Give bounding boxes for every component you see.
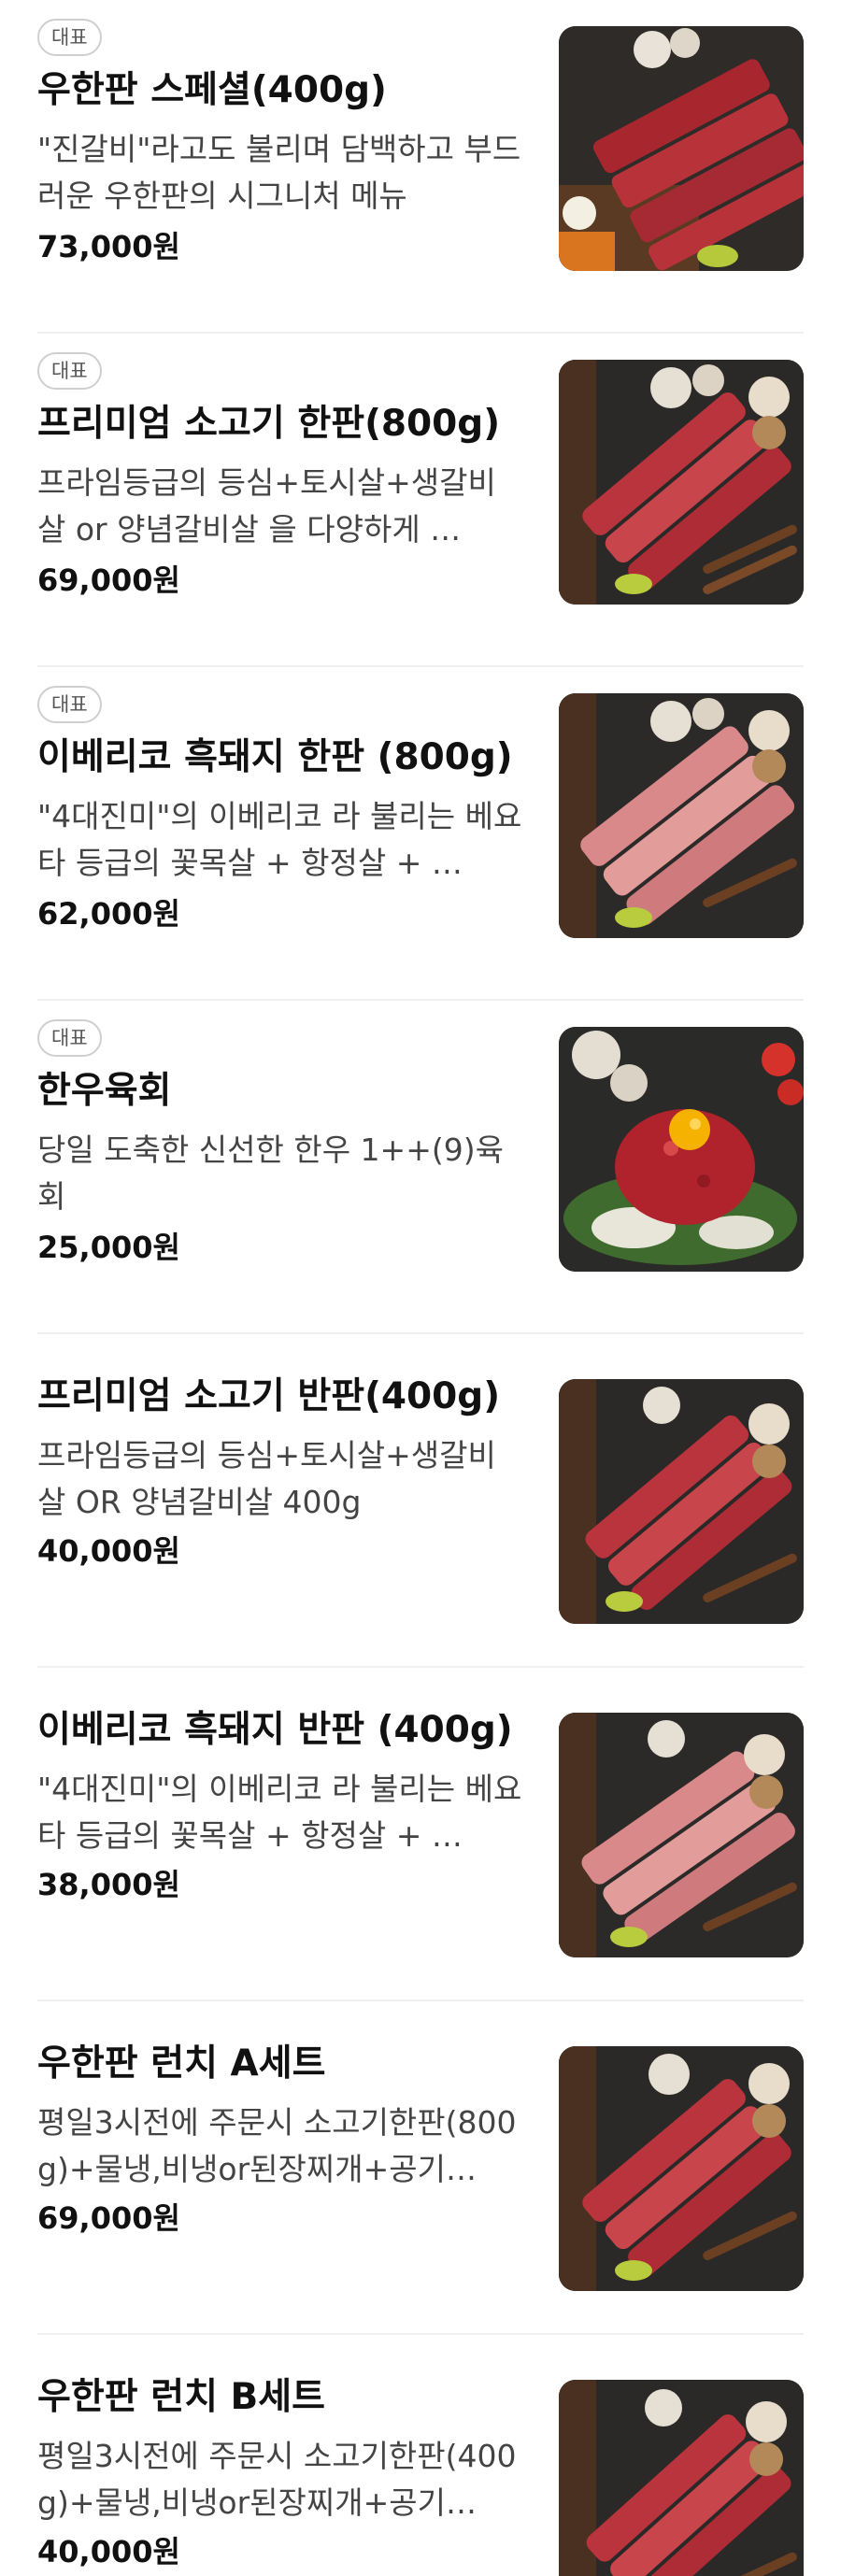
menu-item-price: 40,000원 [37,1533,180,1569]
menu-item-name: 이베리코 흑돼지 반판 (400g) [37,1709,513,1751]
menu-item[interactable]: 대표 우한판 스페셜(400g) "진갈비"라고도 불리며 담백하고 부드러운 … [0,0,841,334]
beef-platter-photo[interactable] [559,26,804,271]
menu-item-name: 우한판 런치 A세트 [37,2042,326,2085]
pork-platter-photo[interactable] [559,693,804,938]
menu-item-name: 이베리코 흑돼지 한판 (800g) [37,736,513,778]
signature-badge: 대표 [37,19,102,56]
menu-item-price: 40,000원 [37,2534,180,2569]
menu-item[interactable]: 이베리코 흑돼지 반판 (400g) "4대진미"의 이베리코 라 불리는 베요… [0,1668,841,2001]
menu-item-name: 프리미엄 소고기 반판(400g) [37,1375,501,1417]
menu-item-name: 우한판 스페셜(400g) [37,69,387,111]
menu-item-price: 73,000원 [37,229,180,264]
menu-item[interactable]: 대표 프리미엄 소고기 한판(800g) 프라임등급의 등심+토시살+생갈비살 … [0,334,841,667]
menu-item[interactable]: 프리미엄 소고기 반판(400g) 프라임등급의 등심+토시살+생갈비살 OR … [0,1334,841,1668]
beef-platter-photo[interactable] [559,360,804,605]
pork-platter-photo[interactable] [559,1713,804,1957]
beef-platter-photo[interactable] [559,1379,804,1624]
menu-item-description: 프라임등급의 등심+토시살+생갈비살 or 양념갈비살 을 다양하게 … [37,464,496,548]
menu-item-price: 25,000원 [37,1230,180,1265]
menu-item-description: 프라임등급의 등심+토시살+생갈비살 OR 양념갈비살 400g [37,1437,496,1520]
menu-item-price: 38,000원 [37,1867,180,1902]
signature-badge: 대표 [37,1019,102,1057]
beef-platter-photo[interactable] [559,2046,804,2291]
signature-badge: 대표 [37,352,102,390]
menu-item-price: 69,000원 [37,562,180,598]
menu-item-description: 평일3시전에 주문시 소고기한판(800g)+물냉,비냉or된장찌개+공기… [37,2104,517,2187]
menu-item-description: "4대진미"의 이베리코 라 불리는 베요타 등급의 꽃목살 + 항정살 + … [37,798,522,881]
menu-item-description: "4대진미"의 이베리코 라 불리는 베요타 등급의 꽃목살 + 항정살 + … [37,1771,522,1854]
menu-item[interactable]: 우한판 런치 A세트 평일3시전에 주문시 소고기한판(800g)+물냉,비냉o… [0,2001,841,2335]
menu-item[interactable]: 대표 이베리코 흑돼지 한판 (800g) "4대진미"의 이베리코 라 불리는… [0,667,841,1001]
menu-item-name: 프리미엄 소고기 한판(800g) [37,403,501,445]
menu-list: 대표 우한판 스페셜(400g) "진갈비"라고도 불리며 담백하고 부드러운 … [0,0,841,2576]
menu-item-description: "진갈비"라고도 불리며 담백하고 부드러운 우한판의 시그니처 메뉴 [37,131,521,214]
menu-item-name: 한우육회 [37,1070,172,1112]
menu-item-price: 69,000원 [37,2200,180,2236]
yukhoe-photo[interactable] [559,1027,804,1272]
beef-platter-photo[interactable] [559,2380,804,2576]
menu-item-description: 평일3시전에 주문시 소고기한판(400g)+물냉,비냉or된장찌개+공기… [37,2438,517,2521]
signature-badge: 대표 [37,686,102,723]
menu-item-name: 우한판 런치 B세트 [37,2376,326,2418]
menu-item[interactable]: 우한판 런치 B세트 평일3시전에 주문시 소고기한판(400g)+물냉,비냉o… [0,2335,841,2576]
menu-item-price: 62,000원 [37,896,180,932]
menu-item[interactable]: 대표 한우육회 당일 도축한 신선한 한우 1++(9)육회 25,000원 [0,1001,841,1334]
menu-item-description: 당일 도축한 신선한 한우 1++(9)육회 [37,1131,504,1215]
